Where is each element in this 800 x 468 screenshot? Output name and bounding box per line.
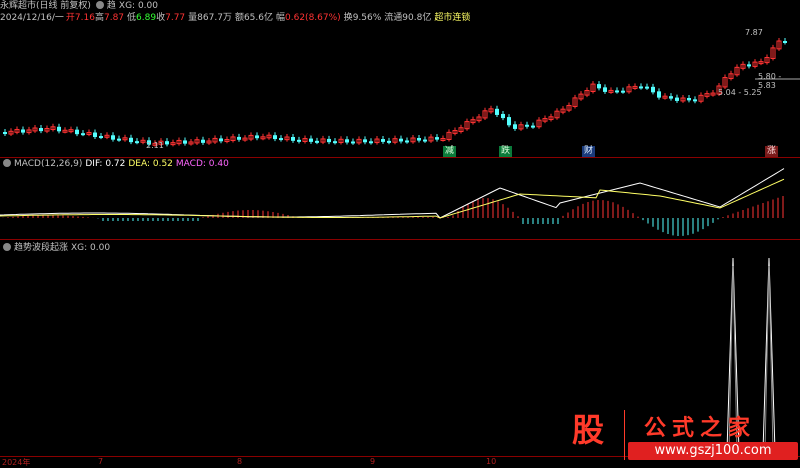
candle-body bbox=[651, 86, 655, 93]
candle-body bbox=[345, 139, 349, 143]
candle-body bbox=[687, 98, 691, 101]
macd-chart bbox=[0, 168, 785, 236]
candle-body bbox=[117, 138, 121, 141]
candle-body bbox=[417, 137, 421, 141]
candle-body bbox=[381, 139, 385, 142]
candle-body bbox=[135, 141, 139, 144]
candle-body bbox=[615, 90, 619, 93]
axis-label-oct: 10 bbox=[486, 457, 497, 466]
candle-body bbox=[495, 108, 499, 115]
candle-body bbox=[279, 138, 283, 141]
candle-body bbox=[639, 86, 643, 89]
axis-label-aug: 8 bbox=[237, 457, 243, 466]
candle-body bbox=[333, 141, 337, 144]
macd-dea: DEA: 0.52 bbox=[128, 159, 173, 169]
candle-body bbox=[291, 137, 295, 141]
price-label-range-1: 5.80 - 5.83 bbox=[758, 72, 782, 90]
candle-body bbox=[621, 90, 625, 93]
watermark-divider bbox=[624, 410, 625, 460]
candle-body bbox=[39, 128, 43, 132]
dif-line bbox=[0, 168, 785, 219]
candle-body bbox=[93, 132, 97, 138]
candle-body bbox=[501, 113, 505, 119]
candle-body bbox=[387, 140, 391, 143]
candle-body bbox=[435, 137, 439, 140]
macd-value: MACD: 0.40 bbox=[175, 159, 229, 169]
candle-body bbox=[747, 64, 751, 67]
candle-body bbox=[297, 139, 301, 142]
price-label-high: 7.87 bbox=[745, 28, 763, 37]
watermark-logo: 股 bbox=[571, 411, 604, 449]
candle-body bbox=[657, 91, 661, 98]
macd-settings-icon[interactable] bbox=[3, 159, 11, 167]
watermark-url: www.gszj100.com bbox=[628, 442, 798, 460]
event-tag-finance[interactable]: 财 bbox=[582, 146, 596, 157]
axis-label-year: 2024年 bbox=[2, 458, 31, 467]
candle-body bbox=[675, 97, 679, 101]
candle-body bbox=[219, 138, 223, 142]
candle-body bbox=[57, 126, 61, 132]
candle-body bbox=[255, 135, 259, 139]
trend-xg: XG: 0.00 bbox=[71, 243, 111, 253]
candle-body bbox=[369, 141, 373, 144]
candle-body bbox=[309, 138, 313, 142]
candle-body bbox=[75, 129, 79, 135]
event-tag-drop[interactable]: 跌 bbox=[499, 146, 513, 157]
trend-label[interactable]: 趋势波段起涨 bbox=[14, 243, 68, 253]
candle-body bbox=[3, 132, 7, 135]
candle-body bbox=[513, 124, 517, 129]
trend-header: 趋势波段起涨 XG: 0.00 bbox=[0, 242, 113, 254]
candle-body bbox=[315, 140, 319, 143]
candle-body bbox=[525, 124, 529, 127]
macd-label[interactable]: MACD(12,26,9) bbox=[14, 159, 82, 169]
candlestick-chart bbox=[3, 38, 800, 147]
panel-divider-2 bbox=[0, 239, 800, 240]
event-tag-reduce[interactable]: 减 bbox=[443, 146, 457, 157]
candle-body bbox=[693, 99, 697, 102]
candle-body bbox=[405, 140, 409, 143]
event-tag-rise[interactable]: 涨 bbox=[765, 146, 779, 157]
macd-header: MACD(12,26,9) DIF: 0.72 DEA: 0.52 MACD: 0.4… bbox=[0, 158, 232, 170]
candle-body bbox=[129, 137, 133, 143]
candle-body bbox=[597, 84, 601, 89]
watermark: 股 公式之家 www.gszj100.com bbox=[558, 408, 800, 464]
candle-body bbox=[273, 135, 277, 140]
candle-body bbox=[423, 139, 427, 142]
candle-body bbox=[165, 141, 169, 145]
candle-body bbox=[507, 117, 511, 126]
candle-body bbox=[783, 41, 787, 44]
candle-body bbox=[237, 136, 241, 140]
price-panel[interactable]: 7.87 5.80 - 5.83 5.04 - 5.25 2.11 减 跌 财 … bbox=[0, 0, 800, 158]
watermark-title: 公式之家 bbox=[644, 416, 757, 441]
candle-body bbox=[351, 141, 355, 144]
candle-body bbox=[669, 96, 673, 99]
axis-label-sep: 9 bbox=[370, 457, 376, 466]
macd-panel[interactable]: MACD(12,26,9) DIF: 0.72 DEA: 0.52 MACD: 0.4… bbox=[0, 159, 800, 239]
candle-body bbox=[531, 125, 535, 128]
candle-body bbox=[21, 129, 25, 133]
trend-settings-icon[interactable] bbox=[3, 243, 11, 251]
candle-body bbox=[201, 139, 205, 143]
macd-dif: DIF: 0.72 bbox=[85, 159, 126, 169]
candle-body bbox=[645, 86, 649, 89]
candle-body bbox=[183, 140, 187, 144]
candle-body bbox=[81, 133, 85, 136]
axis-label-jul: 7 bbox=[98, 457, 104, 466]
dea-line bbox=[0, 178, 785, 219]
candle-body bbox=[327, 138, 331, 143]
candle-body bbox=[111, 135, 115, 140]
price-label-low: 2.11 bbox=[146, 141, 164, 150]
candle-body bbox=[363, 139, 367, 143]
candle-body bbox=[99, 136, 103, 139]
candle-body bbox=[399, 138, 403, 142]
candle-body bbox=[603, 87, 607, 92]
price-label-range-2: 5.04 - 5.25 bbox=[718, 88, 762, 97]
